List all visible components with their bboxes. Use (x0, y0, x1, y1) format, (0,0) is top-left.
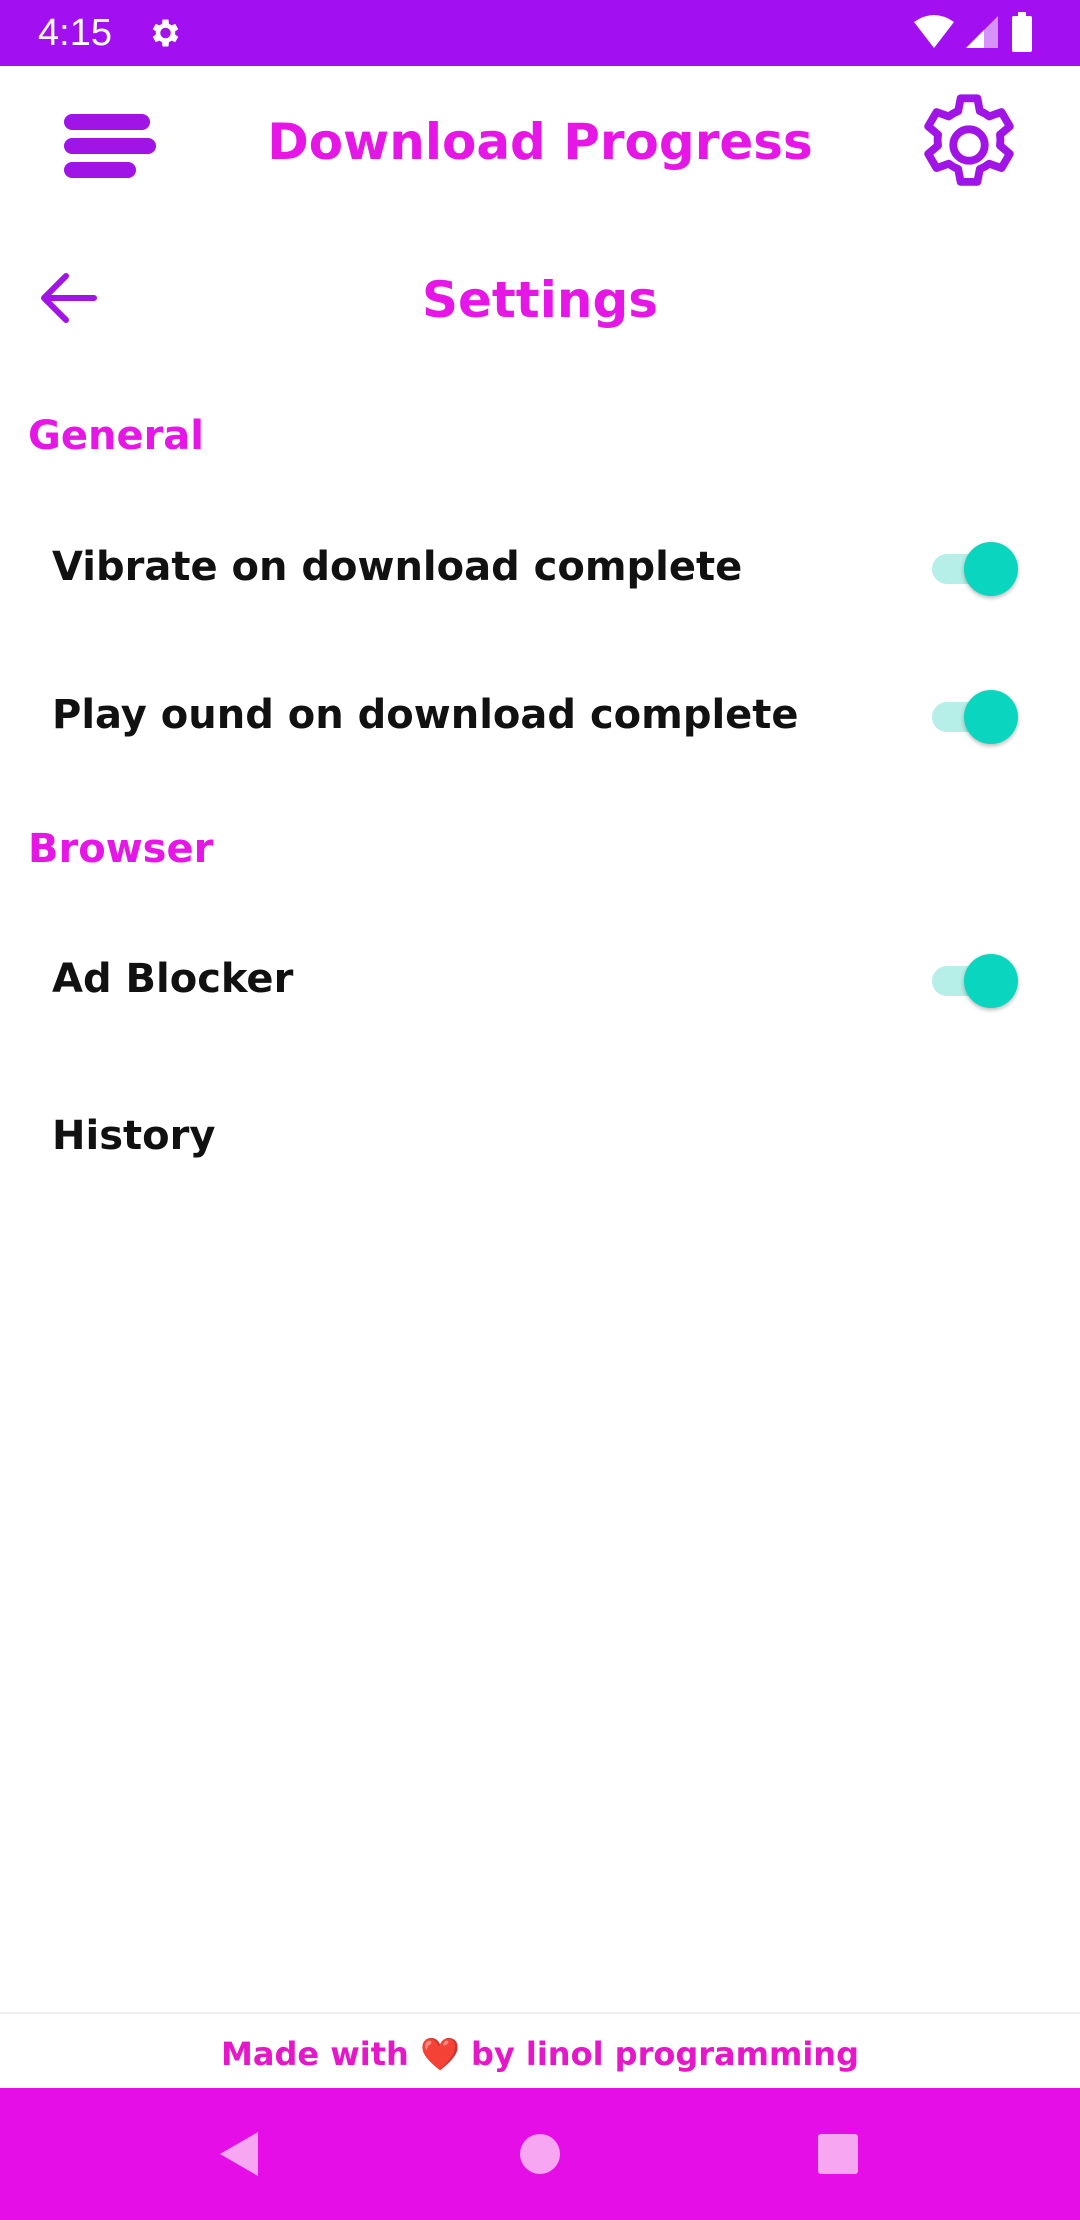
battery-icon (1012, 12, 1032, 52)
footer-divider (0, 2012, 1080, 2014)
page-title: Settings (421, 271, 658, 329)
pref-label: Vibrate on download complete (52, 544, 743, 590)
wifi-icon (914, 15, 954, 48)
home-circle-icon (520, 2134, 560, 2174)
signal-icon (966, 16, 998, 48)
status-right-icons (914, 12, 1032, 52)
navigation-bar (0, 2088, 1080, 2220)
recents-square-icon (818, 2134, 858, 2174)
app-bar: Download Progress (0, 66, 1080, 216)
section-header-general: General (28, 413, 204, 459)
back-triangle-icon (220, 2132, 258, 2176)
pref-vibrate-on-complete[interactable]: Vibrate on download complete (0, 502, 1080, 632)
pref-label: Ad Blocker (52, 956, 294, 1002)
menu-icon-bar (64, 162, 136, 178)
app-title: Download Progress (267, 113, 813, 171)
nav-recents-button[interactable] (798, 2118, 878, 2190)
footer-text-after: by linol programming (470, 2035, 859, 2073)
nav-home-button[interactable] (500, 2118, 580, 2190)
settings-gear-icon (152, 19, 179, 47)
vibrate-switch[interactable] (928, 540, 1020, 596)
switch-thumb (964, 690, 1018, 744)
footer-text-before: Made with (221, 2035, 409, 2073)
status-bar: 4:15 (0, 0, 1080, 66)
menu-icon-bar (64, 138, 156, 154)
pref-label: History (52, 1113, 216, 1159)
ad-blocker-switch[interactable] (928, 952, 1020, 1008)
footer-credit: Made with ❤️ by linol programming (0, 2030, 1080, 2078)
pref-ad-blocker[interactable]: Ad Blocker (0, 914, 1080, 1044)
status-time: 4:15 (38, 12, 112, 54)
menu-button[interactable] (60, 104, 156, 184)
switch-thumb (964, 542, 1018, 596)
section-header-browser: Browser (28, 826, 214, 872)
arrow-left-icon (41, 273, 97, 323)
pref-label: Play ound on download complete (52, 692, 799, 738)
menu-icon-bar (64, 114, 150, 130)
pref-play-sound-on-complete[interactable]: Play ound on download complete (0, 650, 1080, 780)
back-button[interactable] (34, 262, 106, 334)
heart-icon: ❤️ (419, 2035, 460, 2073)
sound-switch[interactable] (928, 688, 1020, 744)
switch-thumb (964, 954, 1018, 1008)
gear-icon (924, 94, 1014, 186)
pref-history[interactable]: History (0, 1071, 1080, 1201)
nav-back-button[interactable] (200, 2118, 280, 2190)
settings-button[interactable] (910, 86, 1028, 204)
